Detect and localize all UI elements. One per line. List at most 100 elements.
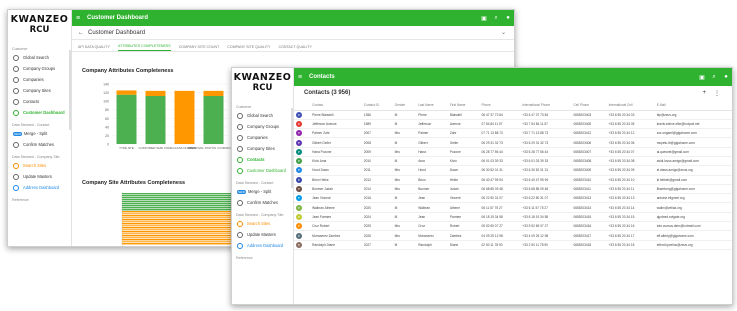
sidebar-item-global-search[interactable]: Global Search bbox=[232, 110, 293, 121]
column-header[interactable]: E-Mail bbox=[654, 100, 732, 111]
table-cell: Blaisdell bbox=[447, 110, 480, 120]
sidebar-item-search-sites[interactable]: Search Sites bbox=[232, 218, 293, 229]
sidebar-scrollbar[interactable] bbox=[69, 50, 71, 130]
menu-icon[interactable]: ≡ bbox=[76, 15, 84, 22]
table-row[interactable]: P Randolph Diane 2027 M Randolph Diane 02 50 1… bbox=[294, 240, 732, 250]
account-icon[interactable]: ● bbox=[502, 15, 514, 21]
table-cell: 07 71 13 88 73 bbox=[479, 128, 521, 139]
table-row[interactable]: P Monsserez Zambes 2026 Mrs Monsserez Zambes 0… bbox=[294, 230, 732, 241]
sidebar-item-companies[interactable]: Companies bbox=[232, 132, 293, 143]
table-row[interactable]: P Walbran Athene 2020 M Walbran Athene 06 11 5… bbox=[294, 202, 732, 213]
column-header[interactable]: Cell Phone bbox=[571, 100, 607, 111]
avatar: P bbox=[296, 223, 302, 230]
tab-company-site-count[interactable]: COMPANY SITE COUNT bbox=[179, 45, 220, 51]
menu-icon[interactable]: ≡ bbox=[298, 74, 306, 81]
table-row[interactable]: P Brion Heike 2012 Mrs Brion Heike 06 40 47 95… bbox=[294, 175, 732, 185]
sidebar-scrollbar[interactable] bbox=[291, 108, 293, 188]
column-header[interactable] bbox=[294, 100, 311, 111]
column-header[interactable]: International Cell bbox=[606, 100, 655, 111]
table-row[interactable]: P Pierre Blaisdell 1356 M Pierre Blaisdell 06 … bbox=[294, 110, 732, 120]
sidebar-item-customer-dashboard[interactable]: Customer Dashboard bbox=[8, 107, 71, 118]
export-icon[interactable]: ▣ bbox=[478, 15, 490, 22]
column-header[interactable]: Last Name bbox=[416, 100, 448, 111]
table-row[interactable]: P Jefferson Avenue 1589 M Jefferson Avenue 07 … bbox=[294, 119, 732, 130]
sidebar-item-address-dashboard[interactable]: Address Dashboard bbox=[8, 182, 71, 193]
brand-name: KWANZEO bbox=[10, 14, 69, 25]
sidebar-item-contacts[interactable]: Contacts bbox=[232, 154, 293, 165]
sidebar-item-address-dashboard[interactable]: Address Dashboard bbox=[232, 240, 293, 251]
avatar: P bbox=[296, 120, 302, 127]
sidebar-item-contacts[interactable]: Contacts bbox=[8, 96, 71, 107]
chevron-down-icon[interactable]: ⌄ bbox=[501, 29, 506, 36]
column-header[interactable]: Phone bbox=[479, 100, 521, 111]
column-header[interactable]: First Name bbox=[447, 100, 480, 111]
sidebar-item-update-masters[interactable]: Update Masters bbox=[232, 229, 293, 240]
table-cell: +33 6 55 20 34 13 bbox=[606, 193, 655, 204]
table-row[interactable]: P Cruz Robert 2025 Mrs Cruz Robert 05 52 69 07… bbox=[294, 221, 732, 232]
sidebar-item-merge-split[interactable]: NEW Merge - Split bbox=[8, 128, 71, 139]
table-cell: 2010 bbox=[361, 156, 393, 167]
tab-contact-quality[interactable]: CONTACT QUALITY bbox=[279, 45, 312, 51]
tick-label: 20 bbox=[105, 134, 109, 138]
table-row[interactable]: P Bunmer Judah 2014 Mrs Bunmer Judah 06 68 85 … bbox=[294, 184, 732, 195]
table-row[interactable]: P Gilbert Geller 2008 M Gilbert Geller 06 29 3… bbox=[294, 137, 732, 148]
sidebar-item-update-masters[interactable]: Update Masters bbox=[8, 171, 71, 182]
brand-logo: KWANZEO RCU bbox=[232, 68, 293, 100]
column-header[interactable]: Contact bbox=[310, 100, 362, 111]
table-row[interactable]: P Kivio Ama 2010 M Ama Kivio 06 01 03 39 33 +33… bbox=[294, 156, 732, 167]
table-row[interactable]: P Hana Pozone 2009 Mrs Hana Pozone 06 28 77 56… bbox=[294, 147, 732, 158]
sidebar-item-confirm-matches[interactable]: Confirm Matches bbox=[8, 139, 71, 150]
column-header[interactable]: Contact ID bbox=[361, 100, 393, 111]
table-row[interactable]: P Palmer Zahr 2007 Mrs Palmer Zahr 07 71 13 88… bbox=[294, 128, 732, 139]
column-header[interactable]: International Phone bbox=[520, 100, 572, 111]
avatar: P bbox=[296, 241, 302, 248]
account-icon[interactable]: ● bbox=[720, 74, 732, 80]
sidebar-item-company-groups[interactable]: Company Groups bbox=[232, 121, 293, 132]
sidebar-item-company-sites[interactable]: Company Sites bbox=[232, 143, 293, 154]
sidebar-item-company-groups[interactable]: Company Groups bbox=[8, 63, 71, 74]
table-cell: 2024 bbox=[361, 212, 393, 223]
table-cell: 0655203412 bbox=[571, 128, 607, 139]
bar bbox=[145, 96, 166, 144]
tab-attributes-completeness[interactable]: ATTRIBUTES COMPLETENESS bbox=[118, 44, 171, 51]
table-cell: Judah bbox=[447, 184, 480, 195]
table-row[interactable]: P Hood Dawn 2011 Mrs Hood Dawn 06 30 52 01 31 +… bbox=[294, 165, 732, 176]
sidebar-item-merge-split[interactable]: NEW Merge - Split bbox=[232, 186, 293, 197]
table-cell: +33 6 22 50 31 07 bbox=[520, 193, 572, 204]
sidebar-item-companies[interactable]: Companies bbox=[8, 74, 71, 85]
sidebar-item-search-sites[interactable]: Search Sites bbox=[8, 160, 71, 171]
sidebar-item-company-sites[interactable]: Company Sites bbox=[8, 85, 71, 96]
table-cell: +33 6 55 20 34 10 bbox=[606, 175, 655, 185]
search-icon[interactable]: ⌕ bbox=[490, 15, 502, 22]
sidebar-item-confirm-matches[interactable]: Confirm Matches bbox=[232, 197, 293, 208]
table-cell: +33 6 68 85 09 48 bbox=[520, 184, 572, 195]
avatar: P bbox=[296, 195, 302, 202]
table-cell: M bbox=[392, 240, 417, 250]
table-cell: toto.cunsus.dem@hotmail.com bbox=[654, 221, 732, 232]
sidebar-section-reference: Reference bbox=[12, 198, 29, 202]
add-icon[interactable]: + bbox=[702, 90, 706, 97]
sidebar-item-customer-dashboard[interactable]: Customer Dashboard bbox=[232, 165, 293, 176]
table-row[interactable]: P Jean Vincent 2016 M Jean Vincent 06 22 50 31… bbox=[294, 193, 732, 204]
table-cell: +33 6 55 20 34 05 bbox=[606, 119, 655, 130]
table-cell: llbamberg@gigahome.com bbox=[654, 184, 732, 195]
dashboard-tabs: API DATA QUALITY ATTRIBUTES COMPLETENESS… bbox=[72, 40, 514, 52]
table-cell: M bbox=[392, 110, 417, 120]
table-cell: 0655203418 bbox=[571, 240, 607, 250]
table-cell: blp@zeus.org bbox=[654, 110, 732, 120]
column-header[interactable]: Gender bbox=[392, 100, 417, 111]
sidebar-item-global-search[interactable]: Global Search bbox=[8, 52, 71, 63]
table-row[interactable]: P Jean Parmee 2024 M Jean Parmee 06 18 19 34 5… bbox=[294, 212, 732, 223]
export-icon[interactable]: ▣ bbox=[696, 74, 708, 81]
more-vert-icon[interactable]: ⋮ bbox=[714, 90, 720, 97]
table-cell: +33 6 55 20 34 07 bbox=[606, 147, 655, 158]
tab-api-data-quality[interactable]: API DATA QUALITY bbox=[78, 45, 110, 51]
table-cell: 0655203413 bbox=[571, 193, 607, 204]
search-icon[interactable]: ⌕ bbox=[708, 74, 720, 81]
table-cell: Mrs bbox=[392, 221, 417, 232]
table-cell: Vincent bbox=[447, 193, 480, 204]
table-cell: Mrs bbox=[392, 184, 417, 195]
table-cell: 0655203405 bbox=[571, 119, 607, 130]
tab-company-site-quality[interactable]: COMPANY SITE QUALITY bbox=[227, 45, 270, 51]
back-icon[interactable]: ← bbox=[78, 30, 84, 36]
